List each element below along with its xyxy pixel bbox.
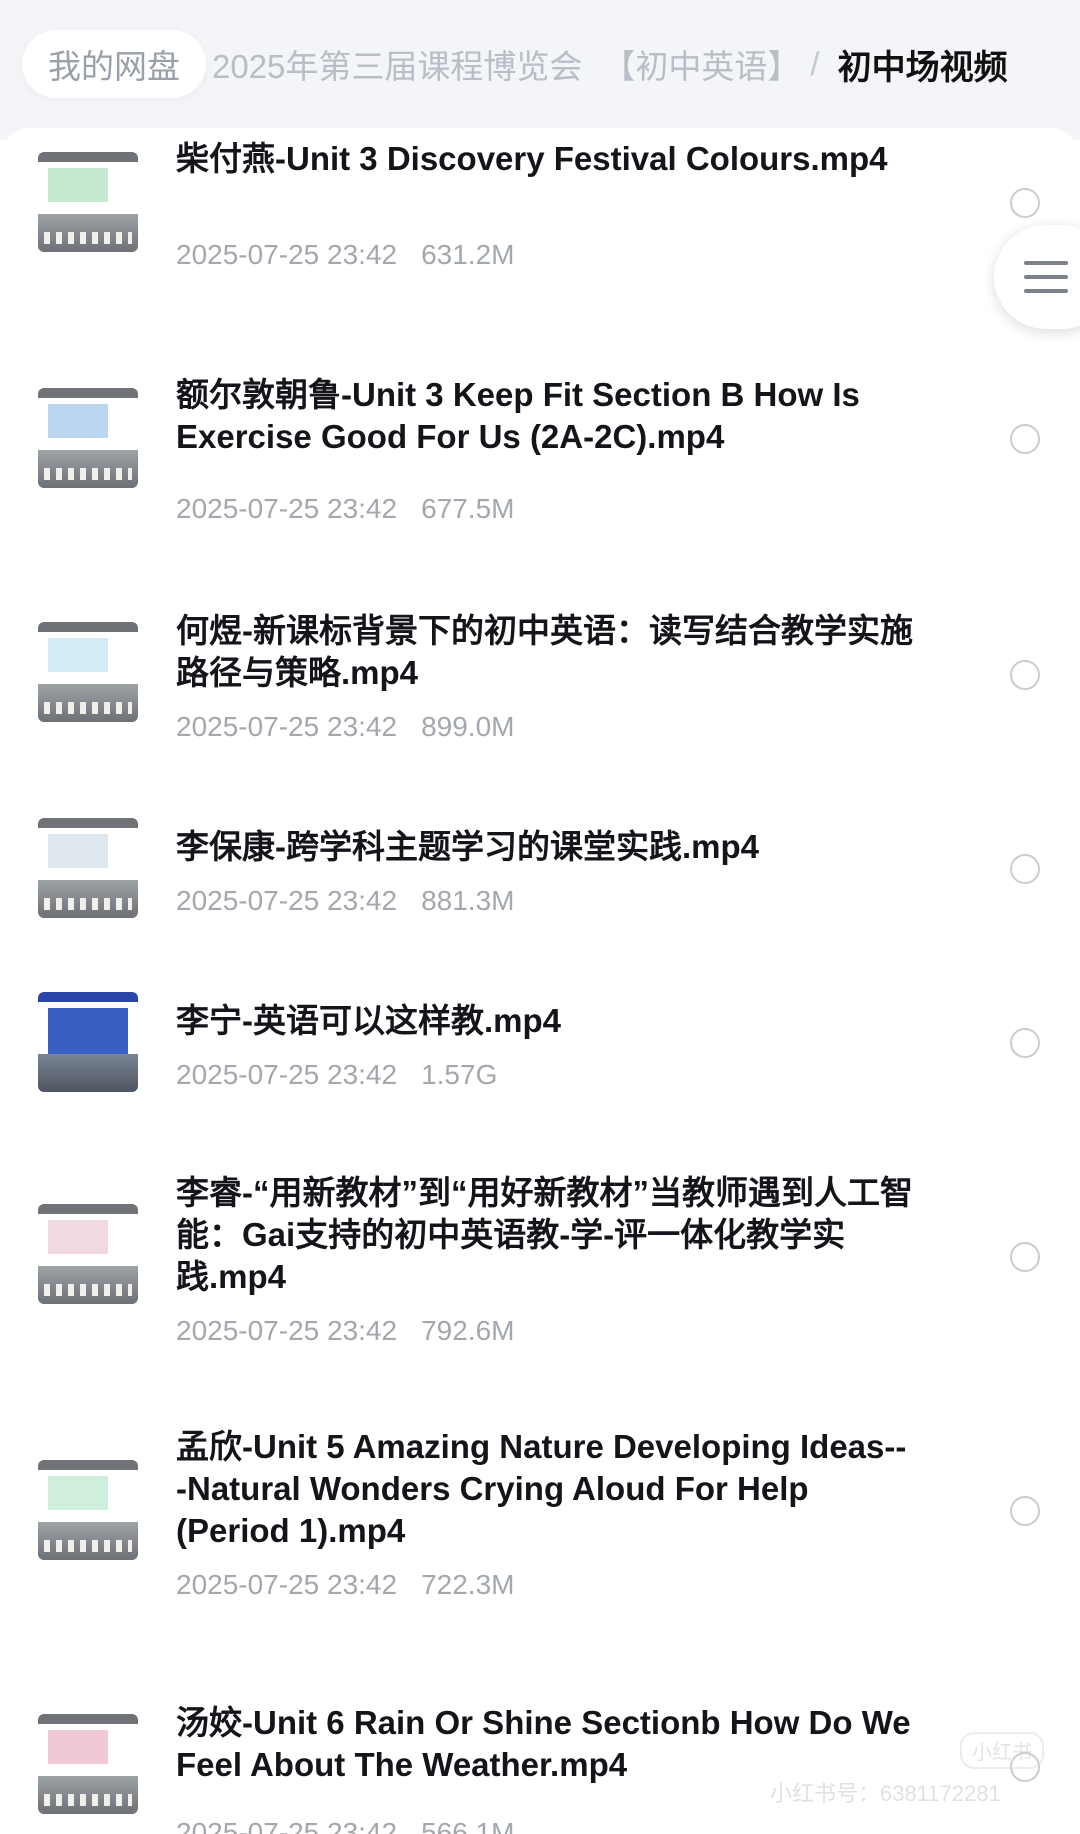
video-thumbnail xyxy=(38,1204,138,1304)
watermark: 小红书号：6381172281 xyxy=(770,1781,1001,1806)
file-name: 孟欣-Unit 5 Amazing Nature Developing Idea… xyxy=(176,1428,907,1549)
select-radio[interactable] xyxy=(1010,1028,1040,1058)
video-thumbnail xyxy=(38,1714,138,1814)
file-name: 李宁-英语可以这样教.mp4 xyxy=(176,1002,562,1039)
file-date: 2025-07-25 23:42 xyxy=(176,1059,398,1090)
file-meta: 2025-07-25 23:42 631.2M xyxy=(176,238,514,272)
file-date: 2025-07-25 23:42 xyxy=(176,1817,398,1834)
file-meta: 2025-07-25 23:42 899.0M xyxy=(176,710,514,744)
file-size: 792.6M xyxy=(421,1315,515,1346)
file-size: 722.3M xyxy=(421,1569,515,1600)
file-meta: 2025-07-25 23:42 566.1M xyxy=(176,1816,514,1834)
file-meta: 2025-07-25 23:42 1.57G xyxy=(176,1058,497,1092)
file-name: 柴付燕-Unit 3 Discovery Festival Colours.mp… xyxy=(176,140,888,177)
file-size: 881.3M xyxy=(421,885,515,916)
select-radio[interactable] xyxy=(1010,1242,1040,1272)
file-date: 2025-07-25 23:42 xyxy=(176,885,398,916)
menu-icon xyxy=(1024,261,1068,293)
video-thumbnail xyxy=(38,818,138,918)
file-meta: 2025-07-25 23:42 722.3M xyxy=(176,1568,514,1602)
file-date: 2025-07-25 23:42 xyxy=(176,239,398,270)
file-name: 李睿-“用新教材”到“用好新教材”当教师遇到人工智能：Gai支持的初中英语教-学… xyxy=(176,1174,913,1295)
select-radio[interactable] xyxy=(1010,1496,1040,1526)
file-meta: 2025-07-25 23:42 792.6M xyxy=(176,1314,514,1348)
video-thumbnail xyxy=(38,388,138,488)
file-size: 1.57G xyxy=(421,1059,498,1090)
breadcrumb-current: 初中场视频 xyxy=(837,48,1008,87)
header: 我的网盘 2025年第三届课程博览会 【初中英语】 / 初中场视频 xyxy=(0,0,1080,140)
video-thumbnail xyxy=(38,152,138,252)
breadcrumb: 我的网盘 2025年第三届课程博览会 【初中英语】 / 初中场视频 xyxy=(22,30,1080,98)
file-name: 李保康-跨学科主题学习的课堂实践.mp4 xyxy=(176,828,760,865)
video-thumbnail xyxy=(38,1460,138,1560)
file-meta: 2025-07-25 23:42 677.5M xyxy=(176,492,514,526)
file-date: 2025-07-25 23:42 xyxy=(176,1315,398,1346)
select-radio[interactable] xyxy=(1010,188,1040,218)
file-meta: 2025-07-25 23:42 881.3M xyxy=(176,884,514,918)
file-name: 何煜-新课标背景下的初中英语：读写结合教学实施路径与策略.mp4 xyxy=(176,612,913,691)
file-name: 额尔敦朝鲁-Unit 3 Keep Fit Section B How Is E… xyxy=(176,376,860,455)
select-radio[interactable] xyxy=(1010,854,1040,884)
file-name: 汤姣-Unit 6 Rain Or Shine Sectionb How Do … xyxy=(176,1704,911,1783)
select-radio[interactable] xyxy=(1010,424,1040,454)
breadcrumb-separator: / xyxy=(810,45,820,82)
file-date: 2025-07-25 23:42 xyxy=(176,711,398,742)
file-size: 677.5M xyxy=(421,493,515,524)
breadcrumb-folder-2[interactable]: 【初中英语】 xyxy=(602,40,800,88)
breadcrumb-home[interactable]: 我的网盘 xyxy=(22,30,206,98)
file-size: 631.2M xyxy=(421,239,515,270)
breadcrumb-folder[interactable]: 2025年第三届课程博览会 xyxy=(212,40,582,88)
file-size: 566.1M xyxy=(421,1817,515,1834)
page: 我的网盘 2025年第三届课程博览会 【初中英语】 / 初中场视频 柴付燕-Un… xyxy=(0,0,1080,1834)
video-thumbnail xyxy=(38,992,138,1092)
file-size: 899.0M xyxy=(421,711,515,742)
watermark-badge: 小红书 xyxy=(960,1732,1044,1769)
file-date: 2025-07-25 23:42 xyxy=(176,1569,398,1600)
select-radio[interactable] xyxy=(1010,660,1040,690)
video-thumbnail xyxy=(38,622,138,722)
file-date: 2025-07-25 23:42 xyxy=(176,493,398,524)
